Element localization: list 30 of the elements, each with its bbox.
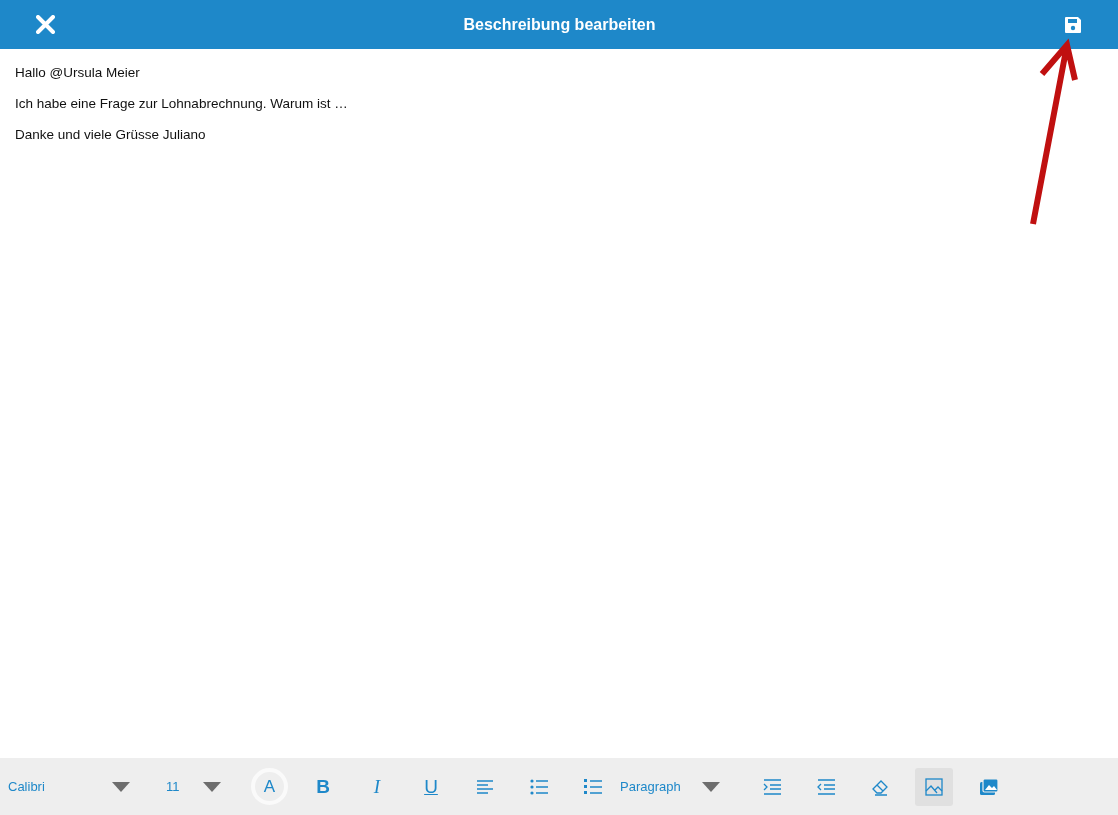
gallery-icon: [978, 777, 998, 796]
dropdown-select[interactable]: Calibri: [8, 767, 130, 806]
text-color-button[interactable]: A: [251, 768, 288, 805]
save-icon: [1064, 15, 1082, 34]
window-title: Beschreibung bearbeiten: [463, 15, 656, 34]
editor-paragraph: Danke und viele Grüsse Juliano: [15, 127, 207, 143]
dropdown-select[interactable]: Paragraph: [620, 767, 720, 806]
caret-icon: [112, 781, 130, 792]
align-left-icon: [475, 777, 495, 796]
underline-button[interactable]: U: [412, 767, 450, 806]
editor-paragraph: Ich habe eine Frage zur Lohnabrechnung. Warum ist …: [15, 96, 349, 112]
dropdown-value: Calibri: [8, 779, 45, 794]
dropdown-value: 11: [166, 779, 180, 794]
text-editor[interactable]: Hallo @Ursula Meier Ich habe eine Frage zur Lohnabrechnung. Warum ist … Danke und viele Grüsse Juliano: [0, 49, 1118, 758]
close-button[interactable]: [36, 15, 55, 34]
save-button[interactable]: [1064, 15, 1082, 34]
dropdown-select[interactable]: 11: [166, 767, 221, 806]
italic-button[interactable]: I: [358, 767, 396, 806]
bullet-list-icon: [529, 777, 549, 796]
image-button[interactable]: [915, 767, 953, 806]
outdent-icon: [816, 777, 836, 796]
close-icon: [36, 15, 55, 34]
bold-button[interactable]: B: [304, 767, 342, 806]
image-icon: [924, 777, 944, 796]
caret-icon: [702, 781, 720, 792]
editor-paragraph: Hallo @Ursula Meier: [15, 65, 141, 81]
numbered-list-icon: [583, 777, 603, 796]
dropdown-value: Paragraph: [620, 779, 681, 794]
caret-icon: [203, 781, 221, 792]
indent-icon: [762, 777, 782, 796]
